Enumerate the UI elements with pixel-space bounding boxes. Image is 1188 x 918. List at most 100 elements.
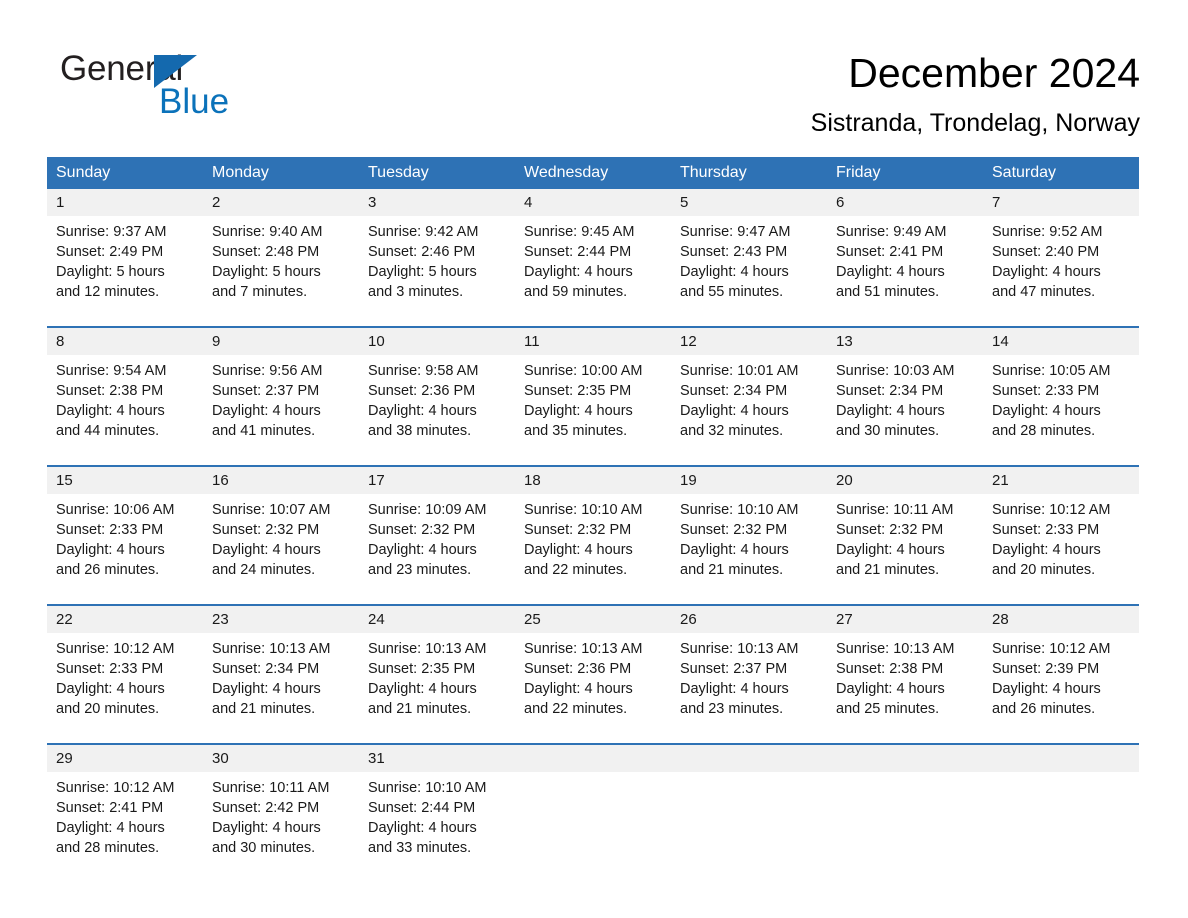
day-cell[interactable]: Sunrise: 10:12 AM Sunset: 2:41 PM Daylig… <box>47 772 203 866</box>
day-number[interactable]: 23 <box>203 606 359 633</box>
day-cell[interactable]: Sunrise: 10:13 AM Sunset: 2:37 PM Daylig… <box>671 633 827 727</box>
day-cell[interactable]: Sunrise: 10:10 AM Sunset: 2:32 PM Daylig… <box>515 494 671 588</box>
generalblue-logo[interactable]: General Blue <box>60 50 320 130</box>
day-cell[interactable]: Sunrise: 10:11 AM Sunset: 2:32 PM Daylig… <box>827 494 983 588</box>
day-cell[interactable]: Sunrise: 10:13 AM Sunset: 2:35 PM Daylig… <box>359 633 515 727</box>
day-cell[interactable]: Sunrise: 10:12 AM Sunset: 2:39 PM Daylig… <box>983 633 1139 727</box>
day-number[interactable]: 13 <box>827 328 983 355</box>
day-cell[interactable]: Sunrise: 9:37 AM Sunset: 2:49 PM Dayligh… <box>47 216 203 310</box>
daylight-text-line2: and 21 minutes. <box>836 562 940 578</box>
day-cell[interactable]: Sunrise: 10:10 AM Sunset: 2:32 PM Daylig… <box>671 494 827 588</box>
weekday-header-saturday: Saturday <box>983 157 1139 189</box>
day-cell[interactable]: Sunrise: 10:01 AM Sunset: 2:34 PM Daylig… <box>671 355 827 449</box>
day-cell[interactable]: Sunrise: 10:10 AM Sunset: 2:44 PM Daylig… <box>359 772 515 866</box>
daylight-text-line2: and 28 minutes. <box>56 840 160 856</box>
day-number[interactable]: 18 <box>515 467 671 494</box>
day-number[interactable]: 10 <box>359 328 515 355</box>
weekday-header-row: Sunday Monday Tuesday Wednesday Thursday… <box>47 157 1139 189</box>
sunrise-text: Sunrise: 10:13 AM <box>524 641 643 657</box>
day-number[interactable]: 11 <box>515 328 671 355</box>
day-number[interactable]: 20 <box>827 467 983 494</box>
day-cell[interactable]: Sunrise: 10:09 AM Sunset: 2:32 PM Daylig… <box>359 494 515 588</box>
daylight-text-line2: and 26 minutes. <box>56 562 160 578</box>
day-number[interactable]: 9 <box>203 328 359 355</box>
day-number[interactable]: 2 <box>203 189 359 216</box>
daylight-text-line2: and 20 minutes. <box>56 701 160 717</box>
day-number[interactable]: 21 <box>983 467 1139 494</box>
sunrise-text: Sunrise: 9:47 AM <box>680 224 791 240</box>
day-number[interactable]: 30 <box>203 745 359 772</box>
day-number[interactable]: 1 <box>47 189 203 216</box>
day-cell[interactable]: Sunrise: 9:42 AM Sunset: 2:46 PM Dayligh… <box>359 216 515 310</box>
day-cell[interactable]: Sunrise: 10:13 AM Sunset: 2:36 PM Daylig… <box>515 633 671 727</box>
day-number[interactable]: 16 <box>203 467 359 494</box>
day-number[interactable]: 17 <box>359 467 515 494</box>
sunrise-text: Sunrise: 10:12 AM <box>992 641 1111 657</box>
day-detail-row: Sunrise: 9:37 AM Sunset: 2:49 PM Dayligh… <box>47 216 1139 310</box>
day-cell[interactable]: Sunrise: 10:05 AM Sunset: 2:33 PM Daylig… <box>983 355 1139 449</box>
day-number[interactable]: 7 <box>983 189 1139 216</box>
day-cell[interactable]: Sunrise: 10:12 AM Sunset: 2:33 PM Daylig… <box>983 494 1139 588</box>
daylight-text-line2: and 23 minutes. <box>368 562 472 578</box>
day-cell[interactable]: Sunrise: 9:54 AM Sunset: 2:38 PM Dayligh… <box>47 355 203 449</box>
daylight-text-line2: and 20 minutes. <box>992 562 1096 578</box>
sunset-text: Sunset: 2:41 PM <box>56 800 164 816</box>
day-number[interactable]: 19 <box>671 467 827 494</box>
day-cell[interactable]: Sunrise: 10:00 AM Sunset: 2:35 PM Daylig… <box>515 355 671 449</box>
sunrise-text: Sunrise: 10:07 AM <box>212 502 331 518</box>
day-cell[interactable]: Sunrise: 9:40 AM Sunset: 2:48 PM Dayligh… <box>203 216 359 310</box>
day-cell[interactable]: Sunrise: 10:13 AM Sunset: 2:34 PM Daylig… <box>203 633 359 727</box>
day-number[interactable]: 12 <box>671 328 827 355</box>
day-number[interactable]: 8 <box>47 328 203 355</box>
day-cell[interactable]: Sunrise: 10:12 AM Sunset: 2:33 PM Daylig… <box>47 633 203 727</box>
sunrise-text: Sunrise: 10:11 AM <box>836 502 954 518</box>
daylight-text-line2: and 44 minutes. <box>56 423 160 439</box>
weekday-header-monday: Monday <box>203 157 359 189</box>
day-number[interactable]: 15 <box>47 467 203 494</box>
day-cell[interactable]: Sunrise: 10:13 AM Sunset: 2:38 PM Daylig… <box>827 633 983 727</box>
day-cell[interactable]: Sunrise: 10:11 AM Sunset: 2:42 PM Daylig… <box>203 772 359 866</box>
day-number[interactable]: 14 <box>983 328 1139 355</box>
day-cell[interactable]: Sunrise: 9:45 AM Sunset: 2:44 PM Dayligh… <box>515 216 671 310</box>
sunset-text: Sunset: 2:48 PM <box>212 244 320 260</box>
sunrise-text: Sunrise: 9:40 AM <box>212 224 323 240</box>
day-number[interactable]: 28 <box>983 606 1139 633</box>
daylight-text-line1: Daylight: 4 hours <box>368 820 477 836</box>
sunset-text: Sunset: 2:43 PM <box>680 244 788 260</box>
day-cell[interactable]: Sunrise: 9:58 AM Sunset: 2:36 PM Dayligh… <box>359 355 515 449</box>
day-number[interactable]: 24 <box>359 606 515 633</box>
day-cell[interactable]: Sunrise: 9:47 AM Sunset: 2:43 PM Dayligh… <box>671 216 827 310</box>
day-cell[interactable]: Sunrise: 9:56 AM Sunset: 2:37 PM Dayligh… <box>203 355 359 449</box>
sunrise-text: Sunrise: 9:49 AM <box>836 224 947 240</box>
day-number[interactable]: 6 <box>827 189 983 216</box>
sunset-text: Sunset: 2:44 PM <box>368 800 476 816</box>
day-number[interactable]: 4 <box>515 189 671 216</box>
daylight-text-line2: and 28 minutes. <box>992 423 1096 439</box>
day-number[interactable]: 27 <box>827 606 983 633</box>
sunset-text: Sunset: 2:32 PM <box>524 522 632 538</box>
daylight-text-line1: Daylight: 4 hours <box>992 542 1101 558</box>
day-number[interactable]: 26 <box>671 606 827 633</box>
day-cell[interactable]: Sunrise: 10:07 AM Sunset: 2:32 PM Daylig… <box>203 494 359 588</box>
day-number-empty <box>515 745 671 772</box>
day-number[interactable]: 29 <box>47 745 203 772</box>
day-number[interactable]: 3 <box>359 189 515 216</box>
day-number-empty <box>827 745 983 772</box>
weekday-header-tuesday: Tuesday <box>359 157 515 189</box>
daylight-text-line1: Daylight: 4 hours <box>524 681 633 697</box>
day-number[interactable]: 5 <box>671 189 827 216</box>
day-cell[interactable]: Sunrise: 9:49 AM Sunset: 2:41 PM Dayligh… <box>827 216 983 310</box>
day-cell[interactable]: Sunrise: 9:52 AM Sunset: 2:40 PM Dayligh… <box>983 216 1139 310</box>
day-number[interactable]: 31 <box>359 745 515 772</box>
sunrise-text: Sunrise: 10:10 AM <box>368 780 487 796</box>
daylight-text-line1: Daylight: 4 hours <box>56 403 165 419</box>
day-cell-empty <box>671 772 827 866</box>
calendar-body: 1 2 3 4 5 6 7 Sunrise: 9:37 AM Sunset: 2… <box>47 189 1139 866</box>
sunset-text: Sunset: 2:40 PM <box>992 244 1100 260</box>
day-number[interactable]: 22 <box>47 606 203 633</box>
day-cell[interactable]: Sunrise: 10:06 AM Sunset: 2:33 PM Daylig… <box>47 494 203 588</box>
day-number[interactable]: 25 <box>515 606 671 633</box>
daylight-text-line1: Daylight: 4 hours <box>680 681 789 697</box>
week-gap <box>47 310 1139 326</box>
day-cell[interactable]: Sunrise: 10:03 AM Sunset: 2:34 PM Daylig… <box>827 355 983 449</box>
